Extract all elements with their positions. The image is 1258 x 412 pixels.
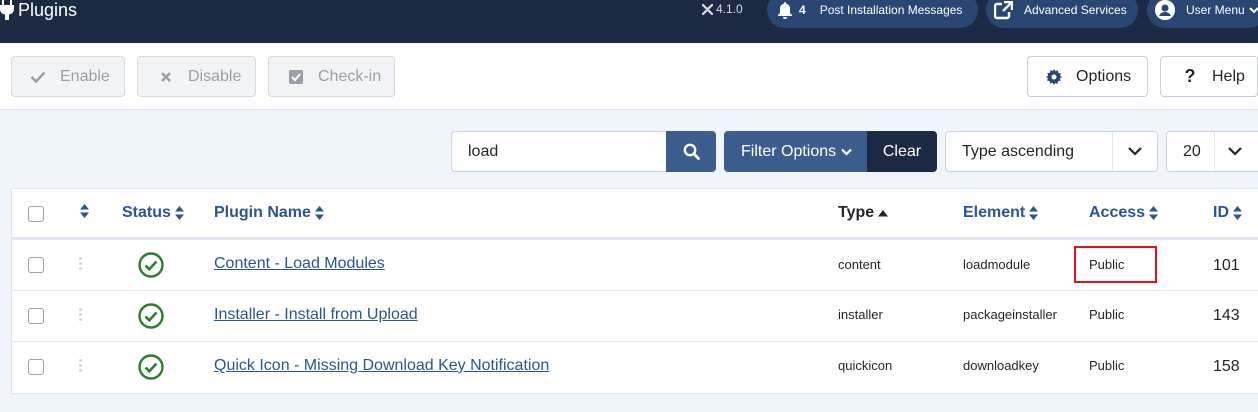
times-icon <box>158 71 174 83</box>
drag-handle-icon[interactable] <box>79 257 83 271</box>
post-installation-label: Post Installation Messages <box>819 3 963 17</box>
select-divider <box>1214 132 1215 171</box>
gear-icon <box>1046 68 1062 85</box>
access-header-label: Access <box>1089 204 1146 221</box>
user-icon <box>1155 0 1175 20</box>
sort-ascending-icon <box>878 209 889 216</box>
type-column-header[interactable]: Type <box>838 204 889 222</box>
plugin-name-link[interactable]: Content - Load Modules <box>214 255 385 273</box>
access-cell: Public <box>1089 358 1125 373</box>
chevron-down-icon <box>1228 147 1242 156</box>
advanced-services-button[interactable]: Advanced Services <box>986 0 1138 28</box>
plugin-name-link[interactable]: Quick Icon - Missing Download Key Notifi… <box>214 357 549 375</box>
help-label: Help <box>1212 67 1245 85</box>
checkin-button[interactable]: Check-in <box>268 56 395 97</box>
list-limit-select[interactable]: 20 <box>1166 131 1258 172</box>
plugins-table: Status Plugin Name Type Element Access I… <box>11 188 1258 394</box>
app-header: Plugins 4.1.0 4 Post Installation Messag… <box>0 0 1258 43</box>
external-link-icon <box>994 0 1013 22</box>
disable-button[interactable]: Disable <box>137 56 256 97</box>
element-header-label: Element <box>963 204 1026 221</box>
table-row: Quick Icon - Missing Download Key Notifi… <box>12 342 1258 393</box>
disable-label: Disable <box>188 67 242 85</box>
check-icon <box>30 71 46 83</box>
ordering-sort-header[interactable] <box>80 204 89 218</box>
plug-icon <box>0 0 14 20</box>
element-cell: downloadkey <box>963 358 1039 373</box>
sort-icon <box>1149 206 1159 220</box>
search-input[interactable]: load <box>451 131 667 172</box>
drag-handle-icon[interactable] <box>79 308 83 322</box>
plugin-name-header-label: Plugin Name <box>214 204 311 221</box>
table-header: Status Plugin Name Type Element Access I… <box>12 189 1258 240</box>
help-button[interactable]: ? Help <box>1160 56 1258 97</box>
post-installation-messages-button[interactable]: 4 Post Installation Messages <box>767 0 978 28</box>
page-title: Plugins <box>18 0 78 20</box>
type-header-label: Type <box>838 204 875 221</box>
sort-icon <box>314 206 324 220</box>
id-cell: 101 <box>1213 257 1240 274</box>
options-button[interactable]: Options <box>1027 56 1148 97</box>
select-all-checkbox[interactable] <box>28 206 44 222</box>
user-menu-label: User Menu <box>1186 3 1245 17</box>
toolbar: Enable Disable Check-in Options ? Help <box>0 43 1258 110</box>
search-button[interactable] <box>666 131 716 172</box>
row-checkbox[interactable] <box>28 308 44 324</box>
search-icon <box>683 143 700 160</box>
limit-value: 20 <box>1183 142 1201 160</box>
options-label: Options <box>1076 67 1132 85</box>
version-info: 4.1.0 <box>702 2 743 16</box>
element-column-header[interactable]: Element <box>963 204 1039 222</box>
id-cell: 158 <box>1213 358 1240 375</box>
user-menu-button[interactable]: User Menu <box>1147 0 1258 28</box>
drag-handle-icon[interactable] <box>79 359 83 373</box>
enable-button[interactable]: Enable <box>11 56 125 97</box>
sort-icon <box>80 204 89 218</box>
sort-icon <box>174 206 184 220</box>
filter-options-label: Filter Options <box>741 142 837 160</box>
status-header-label: Status <box>122 204 171 221</box>
messages-count: 4 <box>799 3 806 17</box>
joomla-icon <box>702 3 713 15</box>
clear-button[interactable]: Clear <box>867 131 937 172</box>
sort-icon <box>1233 206 1242 220</box>
type-cell: content <box>838 257 881 272</box>
chevron-down-icon <box>841 148 852 156</box>
filter-options-button[interactable]: Filter Options <box>724 131 868 172</box>
type-cell: quickicon <box>838 358 893 373</box>
check-square-icon <box>288 69 304 84</box>
plugin-name-link[interactable]: Installer - Install from Upload <box>214 306 418 324</box>
select-divider <box>1112 132 1113 171</box>
page-title-wrap: Plugins <box>0 0 77 23</box>
type-cell: installer <box>838 307 883 322</box>
table-row: Content - Load Modules content loadmodul… <box>12 240 1258 291</box>
sort-select[interactable]: Type ascending <box>945 131 1158 172</box>
chevron-down-icon <box>1128 147 1142 156</box>
row-checkbox[interactable] <box>28 359 44 375</box>
sort-value: Type ascending <box>962 142 1075 160</box>
plugin-name-column-header[interactable]: Plugin Name <box>214 204 324 222</box>
element-cell: loadmodule <box>963 257 1031 272</box>
check-circle-icon[interactable] <box>138 252 164 278</box>
access-highlight-box <box>1074 246 1157 283</box>
access-column-header[interactable]: Access <box>1089 204 1159 222</box>
version-number: 4.1.0 <box>716 2 743 16</box>
enable-label: Enable <box>60 67 110 85</box>
check-circle-icon[interactable] <box>138 303 164 329</box>
table-row: Installer - Install from Upload installe… <box>12 291 1258 342</box>
element-cell: packageinstaller <box>963 307 1057 322</box>
id-column-header[interactable]: ID <box>1213 204 1242 222</box>
check-circle-icon[interactable] <box>138 354 164 380</box>
advanced-services-label: Advanced Services <box>1024 3 1127 17</box>
row-checkbox[interactable] <box>28 257 44 273</box>
sort-icon <box>1029 206 1039 220</box>
id-cell: 143 <box>1213 307 1240 324</box>
access-cell: Public <box>1089 307 1125 322</box>
status-column-header[interactable]: Status <box>122 204 184 222</box>
chevron-down-icon <box>1248 7 1258 14</box>
checkin-label: Check-in <box>318 67 382 85</box>
bell-icon <box>777 0 793 22</box>
question-icon: ? <box>1184 66 1196 86</box>
id-header-label: ID <box>1213 204 1229 221</box>
